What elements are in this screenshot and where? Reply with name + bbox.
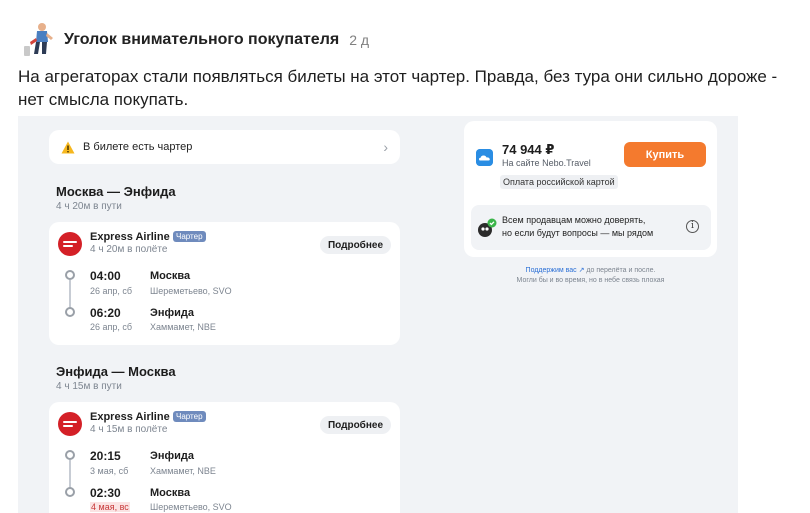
departure-time: 20:15	[90, 449, 121, 463]
flight-card: Express Airline Чартер 4 ч 20м в полёте …	[49, 222, 400, 345]
charter-badge: Чартер	[173, 231, 206, 242]
support-subtext: Могли бы и во время, но в небе связь пло…	[516, 277, 665, 284]
leg-title: Энфида — Москва	[56, 364, 176, 379]
arrival-city: Москва	[150, 487, 191, 499]
seller-name: На сайте Nebo.Travel	[502, 158, 591, 168]
airline-name: Express Airline	[90, 411, 170, 423]
trust-line-2: но если будут вопросы — мы рядом	[502, 228, 654, 238]
arrival-dot-icon	[65, 307, 75, 317]
support-link[interactable]: Поддержим вас ↗	[526, 267, 585, 274]
arrival-date: 26 апр, сб	[90, 322, 133, 332]
payment-badge: Оплата российской картой	[500, 175, 618, 189]
cloud-icon	[476, 149, 493, 166]
departure-city: Энфида	[150, 450, 194, 462]
price: 74 944 ₽	[502, 142, 555, 157]
charter-badge: Чартер	[173, 411, 206, 422]
trust-notice: Всем продавцам можно доверять, но если б…	[471, 205, 711, 250]
arrival-dot-icon	[65, 487, 75, 497]
departure-date: 3 мая, сб	[90, 466, 129, 476]
flight-duration: 4 ч 15м в полёте	[90, 424, 168, 435]
leg-duration: 4 ч 15м в пути	[56, 381, 122, 392]
arrival-date-next-day: 4 мая, вс	[90, 502, 130, 512]
charter-banner[interactable]: В билете есть чартер ›	[49, 130, 400, 164]
airline-logo-icon	[58, 232, 82, 256]
chevron-right-icon: ›	[383, 139, 388, 155]
flight-duration: 4 ч 20м в полёте	[90, 244, 168, 255]
embedded-screenshot: В билете есть чартер › Москва — Энфида 4…	[18, 116, 738, 513]
arrival-time: 02:30	[90, 486, 121, 500]
support-text: до перелёта и после.	[584, 267, 656, 274]
support-note: Поддержим вас ↗ до перелёта и после. Мог…	[464, 266, 717, 286]
author-name[interactable]: Уголок внимательного покупателя	[64, 31, 339, 49]
airline-name: Express Airline	[90, 231, 170, 243]
avatar[interactable]	[22, 20, 54, 60]
arrival-airport: Хаммамет, NBE	[150, 322, 216, 332]
trust-text: Всем продавцам можно доверять, но если б…	[502, 214, 682, 240]
post-header: Уголок внимательного покупателя 2 д	[22, 18, 369, 62]
post-text: На агрегаторах стали появляться билеты н…	[18, 67, 778, 109]
departure-date: 26 апр, сб	[90, 286, 133, 296]
post-age: 2 д	[349, 32, 370, 48]
trust-line-1: Всем продавцам можно доверять,	[502, 215, 646, 225]
departure-airport: Шереметьево, SVO	[150, 286, 232, 296]
leg-duration: 4 ч 20м в пути	[56, 201, 122, 212]
leg-title: Москва — Энфида	[56, 184, 176, 199]
departure-airport: Хаммамет, NBE	[150, 466, 216, 476]
departure-dot-icon	[65, 450, 75, 460]
arrival-time: 06:20	[90, 306, 121, 320]
offer-card: 74 944 ₽ На сайте Nebo.Travel Оплата рос…	[464, 121, 717, 257]
arrival-city: Энфида	[150, 307, 194, 319]
airline-logo-icon	[58, 412, 82, 436]
flight-card: Express Airline Чартер 4 ч 15м в полёте …	[49, 402, 400, 513]
charter-banner-text: В билете есть чартер	[83, 141, 193, 153]
details-button[interactable]: Подробнее	[320, 236, 391, 254]
arrival-airport: Шереметьево, SVO	[150, 502, 232, 512]
details-button[interactable]: Подробнее	[320, 416, 391, 434]
info-icon[interactable]: i	[686, 220, 699, 233]
warning-icon	[61, 141, 75, 153]
buy-button[interactable]: Купить	[624, 142, 706, 167]
departure-dot-icon	[65, 270, 75, 280]
support-agent-icon	[478, 218, 497, 237]
departure-time: 04:00	[90, 269, 121, 283]
departure-city: Москва	[150, 270, 191, 282]
